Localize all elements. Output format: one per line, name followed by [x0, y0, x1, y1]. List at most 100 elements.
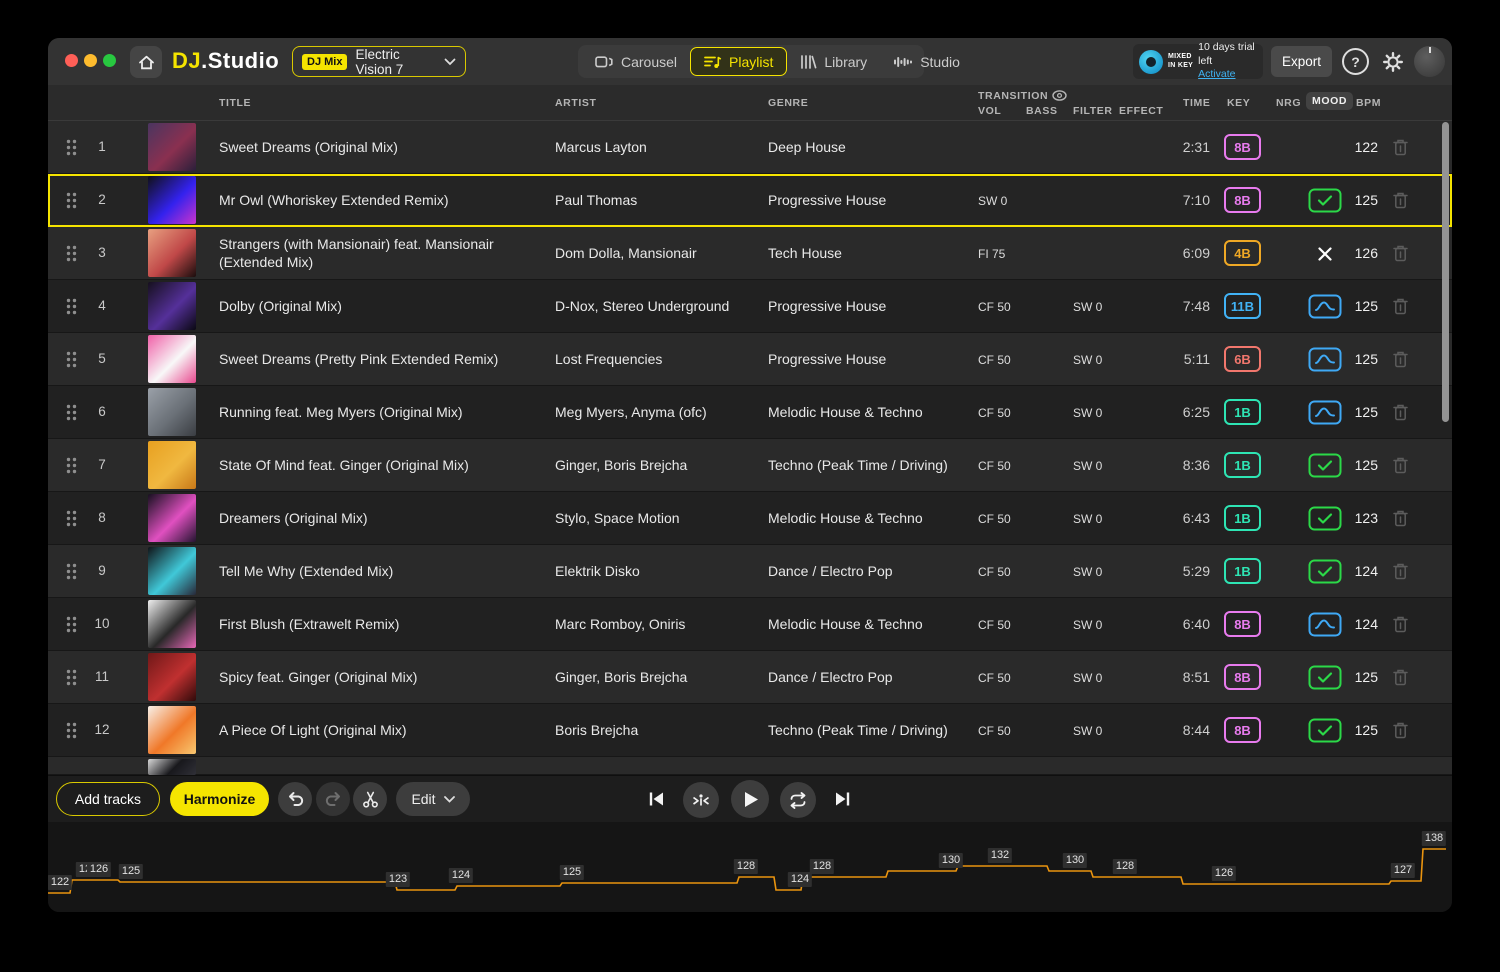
- delete-track-button[interactable]: [1392, 456, 1412, 476]
- home-button[interactable]: [130, 46, 162, 78]
- col-mood[interactable]: MOOD: [1306, 92, 1354, 110]
- zoom-window-button[interactable]: [103, 54, 116, 67]
- transition-filter-value[interactable]: SW 0: [1073, 406, 1143, 420]
- bpm-timeline[interactable]: 1221211261251231241251281241281301321301…: [48, 822, 1452, 912]
- transition-vol-value[interactable]: CF 50: [978, 353, 1048, 367]
- transition-vol-value[interactable]: CF 50: [978, 724, 1048, 738]
- track-row[interactable]: 3 Strangers (with Mansionair) feat. Mans…: [48, 227, 1452, 280]
- loop-button[interactable]: [780, 782, 816, 818]
- scrollbar[interactable]: [1442, 122, 1449, 422]
- tab-carousel[interactable]: Carousel: [582, 47, 690, 76]
- drag-handle[interactable]: [66, 457, 77, 477]
- help-button[interactable]: ?: [1342, 48, 1369, 75]
- transition-filter-value[interactable]: SW 0: [1073, 512, 1143, 526]
- next-track-button[interactable]: [834, 791, 851, 807]
- track-row[interactable]: 6 Running feat. Meg Myers (Original Mix)…: [48, 386, 1452, 439]
- transition-vol-value[interactable]: CF 50: [978, 565, 1048, 579]
- transition-filter-value[interactable]: SW 0: [1073, 618, 1143, 632]
- track-row[interactable]: 12 A Piece Of Light (Original Mix) Boris…: [48, 704, 1452, 757]
- col-key[interactable]: KEY: [1227, 97, 1250, 109]
- delete-track-button[interactable]: [1392, 562, 1412, 582]
- transition-vol-value[interactable]: CF 50: [978, 406, 1048, 420]
- track-row[interactable]: 9 Tell Me Why (Extended Mix) Elektrik Di…: [48, 545, 1452, 598]
- col-bass[interactable]: BASS: [1026, 105, 1058, 117]
- col-filter[interactable]: FILTER: [1073, 105, 1113, 117]
- transition-vol-value[interactable]: CF 50: [978, 671, 1048, 685]
- delete-track-button[interactable]: [1392, 244, 1412, 264]
- mix-selector-dropdown[interactable]: DJ Mix Electric Vision 7: [292, 46, 466, 77]
- drag-handle[interactable]: [66, 192, 77, 212]
- track-row[interactable]: 4 Dolby (Original Mix) D-Nox, Stereo Und…: [48, 280, 1452, 333]
- track-artist: D-Nox, Stereo Underground: [555, 298, 730, 314]
- delete-track-button[interactable]: [1392, 191, 1412, 211]
- harmonize-button[interactable]: Harmonize: [170, 782, 269, 816]
- delete-track-button[interactable]: [1392, 509, 1412, 529]
- transition-vol-value[interactable]: SW 0: [978, 194, 1048, 208]
- transition-vol-value[interactable]: FI 75: [978, 247, 1048, 261]
- minimize-window-button[interactable]: [84, 54, 97, 67]
- transition-filter-value[interactable]: SW 0: [1073, 300, 1143, 314]
- cut-button[interactable]: [353, 782, 387, 816]
- delete-track-button[interactable]: [1392, 721, 1412, 741]
- col-nrg[interactable]: NRG: [1276, 97, 1301, 109]
- edit-menu-button[interactable]: Edit: [396, 782, 470, 816]
- close-window-button[interactable]: [65, 54, 78, 67]
- track-row[interactable]: 7 State Of Mind feat. Ginger (Original M…: [48, 439, 1452, 492]
- transition-vol-value[interactable]: CF 50: [978, 512, 1048, 526]
- delete-track-button[interactable]: [1392, 615, 1412, 635]
- drag-handle[interactable]: [66, 139, 77, 159]
- track-row[interactable]: 1 Sweet Dreams (Original Mix) Marcus Lay…: [48, 121, 1452, 174]
- previous-track-button[interactable]: [648, 791, 665, 807]
- transition-filter-value[interactable]: SW 0: [1073, 724, 1143, 738]
- play-button[interactable]: [731, 780, 769, 818]
- drag-handle[interactable]: [66, 298, 77, 318]
- transition-filter-value[interactable]: SW 0: [1073, 671, 1143, 685]
- jump-to-transition-button[interactable]: [683, 782, 719, 818]
- delete-track-button[interactable]: [1392, 403, 1412, 423]
- eye-icon[interactable]: [1052, 90, 1067, 104]
- user-avatar[interactable]: [1414, 46, 1445, 77]
- transition-vol-value[interactable]: CF 50: [978, 300, 1048, 314]
- col-vol[interactable]: VOL: [978, 105, 1001, 117]
- track-row-partial[interactable]: [48, 757, 1452, 775]
- add-tracks-button[interactable]: Add tracks: [56, 782, 160, 816]
- col-title[interactable]: TITLE: [219, 97, 251, 109]
- drag-handle[interactable]: [66, 351, 77, 371]
- activate-link[interactable]: Activate: [1198, 68, 1235, 80]
- track-row[interactable]: 8 Dreamers (Original Mix) Stylo, Space M…: [48, 492, 1452, 545]
- track-row[interactable]: 5 Sweet Dreams (Pretty Pink Extended Rem…: [48, 333, 1452, 386]
- track-row[interactable]: 11 Spicy feat. Ginger (Original Mix) Gin…: [48, 651, 1452, 704]
- col-artist[interactable]: ARTIST: [555, 97, 597, 109]
- drag-handle[interactable]: [66, 510, 77, 530]
- drag-handle[interactable]: [66, 245, 77, 265]
- transition-filter-value[interactable]: SW 0: [1073, 565, 1143, 579]
- transition-filter-value[interactable]: SW 0: [1073, 459, 1143, 473]
- col-bpm[interactable]: BPM: [1356, 97, 1381, 109]
- transition-filter-value[interactable]: SW 0: [1073, 353, 1143, 367]
- col-genre[interactable]: GENRE: [768, 97, 808, 109]
- drag-handle[interactable]: [66, 722, 77, 742]
- track-time: 5:11: [1183, 351, 1210, 367]
- settings-button[interactable]: [1379, 48, 1406, 75]
- redo-button[interactable]: [316, 782, 350, 816]
- track-row[interactable]: 2 Mr Owl (Whoriskey Extended Remix) Paul…: [48, 174, 1452, 227]
- tab-studio[interactable]: Studio: [880, 47, 973, 76]
- col-transition[interactable]: TRANSITION: [978, 90, 1067, 104]
- delete-track-button[interactable]: [1392, 297, 1412, 317]
- transition-vol-value[interactable]: CF 50: [978, 618, 1048, 632]
- tab-library[interactable]: Library: [787, 47, 880, 76]
- transition-vol-value[interactable]: CF 50: [978, 459, 1048, 473]
- delete-track-button[interactable]: [1392, 138, 1412, 158]
- export-button[interactable]: Export: [1271, 46, 1332, 77]
- drag-handle[interactable]: [66, 669, 77, 689]
- undo-button[interactable]: [278, 782, 312, 816]
- delete-track-button[interactable]: [1392, 350, 1412, 370]
- drag-handle[interactable]: [66, 616, 77, 636]
- drag-handle[interactable]: [66, 563, 77, 583]
- tab-playlist[interactable]: Playlist: [690, 47, 788, 76]
- track-row[interactable]: 10 First Blush (Extrawelt Remix) Marc Ro…: [48, 598, 1452, 651]
- delete-track-button[interactable]: [1392, 668, 1412, 688]
- drag-handle[interactable]: [66, 404, 77, 424]
- col-effect[interactable]: EFFECT: [1119, 105, 1163, 117]
- col-time[interactable]: TIME: [1183, 97, 1210, 109]
